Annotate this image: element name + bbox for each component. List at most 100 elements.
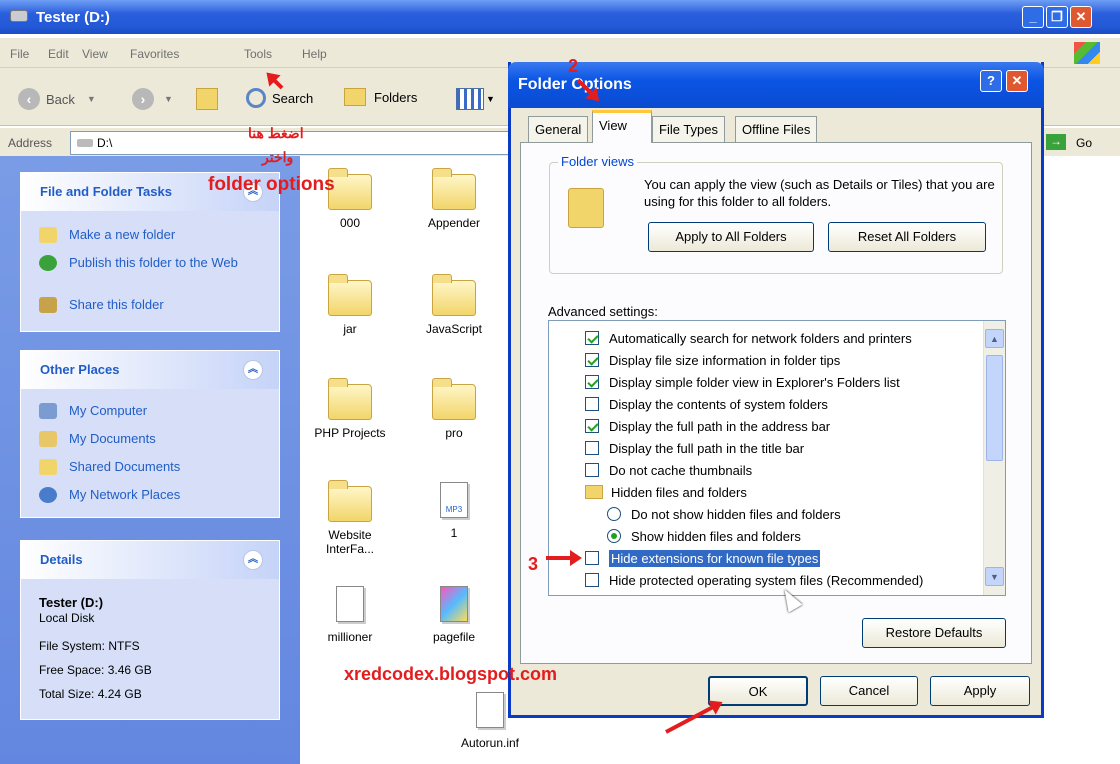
help-button[interactable]: ? [980,70,1002,92]
back-button[interactable]: ‹ Back ▼ [18,88,96,110]
window-title: Tester (D:) [36,8,110,26]
menu-file[interactable]: File [10,47,29,61]
up-folder-button[interactable] [196,88,218,110]
image-file-icon [440,586,468,622]
folder-icon [432,274,476,316]
collapse-icon[interactable]: ︽ [243,550,263,570]
file-item[interactable]: MP3 1 [428,482,480,540]
advanced-settings-list[interactable]: Automatically search for network folders… [548,320,1006,596]
checkbox[interactable] [585,419,599,433]
close-button[interactable]: ✕ [1070,6,1092,28]
computer-icon [39,403,57,419]
checkbox[interactable] [585,551,599,565]
setting-row[interactable]: Hidden files and folders [549,481,985,503]
checkbox[interactable] [585,375,599,389]
radio-button[interactable] [607,507,621,521]
shared-documents-link[interactable]: Shared Documents [39,459,180,475]
scroll-up-icon[interactable]: ▲ [985,329,1004,348]
search-button[interactable]: Search [246,88,313,108]
setting-label: Display the full path in the title bar [609,440,805,456]
tab-view[interactable]: View [592,110,652,143]
restore-button[interactable]: ❐ [1046,6,1068,28]
checkbox[interactable] [585,331,599,345]
setting-row[interactable]: Display the full path in the address bar [549,415,985,437]
details-free-space: Free Space: 3.46 GB [39,663,152,677]
file-item[interactable]: pagefile [418,586,490,644]
setting-row[interactable]: Automatically search for network folders… [549,327,985,349]
make-new-folder-link[interactable]: Make a new folder [39,227,175,243]
views-icon [456,88,484,110]
setting-row[interactable]: Display the full path in the title bar [549,437,985,459]
network-places-link[interactable]: My Network Places [39,487,180,503]
radio-button[interactable] [607,529,621,543]
ok-button[interactable]: OK [708,676,808,706]
annotation-arabic-1: اضغط هنا [248,125,304,141]
folder-item[interactable]: Website InterFa... [312,480,388,556]
menu-favorites[interactable]: Favorites [130,47,179,61]
menu-view[interactable]: View [82,47,108,61]
my-documents-link[interactable]: My Documents [39,431,156,447]
setting-label: Hide extensions for known file types [609,549,821,567]
setting-row[interactable]: Display the contents of system folders [549,393,985,415]
setting-row[interactable]: Do not cache thumbnails [549,459,985,481]
address-label: Address [8,136,53,150]
cancel-button[interactable]: Cancel [820,676,918,706]
menu-edit[interactable]: Edit [48,47,69,61]
file-item[interactable]: millioner [314,586,386,644]
tab-offline-files[interactable]: Offline Files [735,116,818,142]
checkbox[interactable] [585,353,599,367]
share-folder-link[interactable]: Share this folder [39,297,164,313]
folder-item[interactable]: JavaScript [412,274,496,336]
setting-row[interactable]: Hide protected operating system files (R… [549,569,985,591]
dialog-close-button[interactable]: ✕ [1006,70,1028,92]
scroll-down-icon[interactable]: ▼ [985,567,1004,586]
network-icon [39,487,57,503]
file-folder-tasks-panel: File and Folder Tasks ︽ Make a new folder… [20,172,280,332]
forward-button[interactable]: › ▼ [132,88,173,110]
apply-to-all-folders-button[interactable]: Apply to All Folders [648,222,814,252]
go-button[interactable]: Go [1076,136,1092,150]
other-places-header[interactable]: Other Places ︽ [21,351,279,389]
up-folder-icon [196,88,218,110]
folder-item[interactable]: pro [420,378,488,440]
folder-item[interactable]: Appender [416,168,492,230]
setting-row[interactable]: Display simple folder view in Explorer's… [549,371,985,393]
setting-label: Display simple folder view in Explorer's… [609,374,900,390]
folder-item[interactable]: PHP Projects [304,378,396,440]
my-computer-link[interactable]: My Computer [39,403,147,419]
publish-folder-link[interactable]: Publish this folder to the Web [39,255,239,271]
setting-row[interactable]: Do not show hidden files and folders [549,503,985,525]
views-button[interactable]: ▼ [456,88,495,110]
checkbox[interactable] [585,441,599,455]
scroll-thumb[interactable] [986,355,1003,461]
collapse-icon[interactable]: ︽ [243,360,263,380]
details-total-size: Total Size: 4.24 GB [39,687,142,701]
menu-tools[interactable]: Tools [244,47,272,61]
restore-defaults-button[interactable]: Restore Defaults [862,618,1006,648]
tab-file-types[interactable]: File Types [652,116,726,142]
checkbox[interactable] [585,463,599,477]
new-folder-icon [39,227,57,243]
details-header[interactable]: Details ︽ [21,541,279,579]
checkbox[interactable] [585,397,599,411]
folders-button[interactable]: Folders [344,88,417,106]
share-icon [39,297,57,313]
checkbox[interactable] [585,573,599,587]
reset-all-folders-button[interactable]: Reset All Folders [828,222,986,252]
folder-item[interactable]: jar [318,274,382,336]
details-panel: Details ︽ Tester (D:) Local Disk File Sys… [20,540,280,720]
apply-button[interactable]: Apply [930,676,1030,706]
setting-label: Hide protected operating system files (R… [609,572,924,588]
setting-row[interactable]: Hide extensions for known file types [549,547,985,569]
settings-scrollbar[interactable]: ▲ ▼ [983,321,1005,595]
shared-folder-icon [39,459,57,475]
minimize-button[interactable]: _ [1022,6,1044,28]
setting-row[interactable]: Display file size information in folder … [549,349,985,371]
setting-row[interactable]: Show hidden files and folders [549,525,985,547]
annotation-step-2: 2 [568,56,579,76]
other-places-panel: Other Places ︽ My Computer My Documents S… [20,350,280,518]
tab-general[interactable]: General [528,116,589,142]
folder-icon [328,378,372,420]
setting-label: Do not cache thumbnails [609,462,753,478]
menu-help[interactable]: Help [302,47,327,61]
